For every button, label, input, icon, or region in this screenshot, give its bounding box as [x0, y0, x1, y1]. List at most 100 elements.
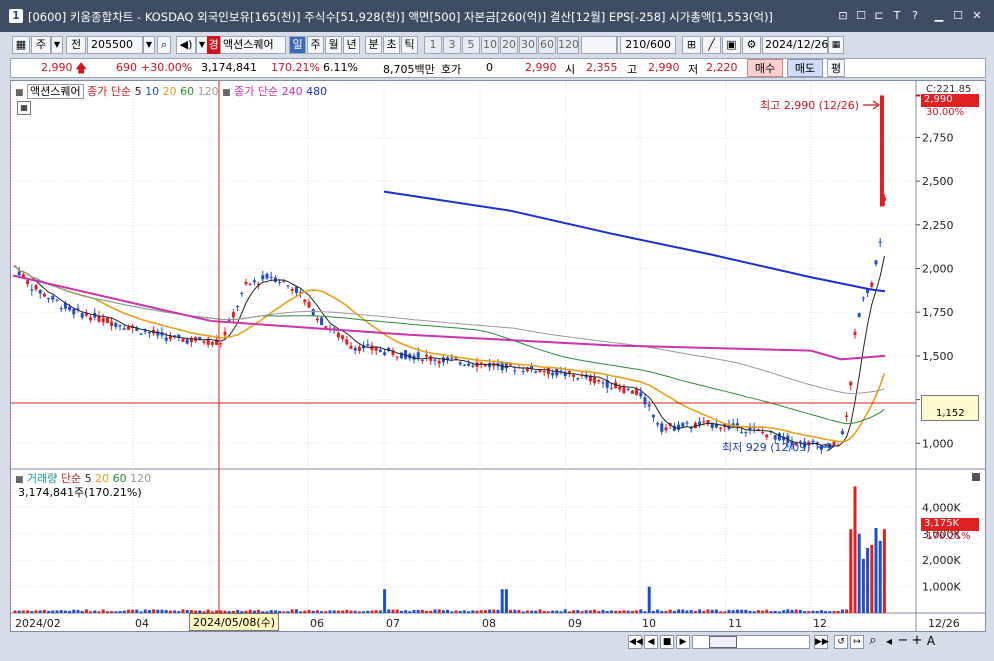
candle-body [878, 241, 882, 243]
volume-bar [643, 611, 647, 613]
interval-30[interactable]: 30 [519, 36, 537, 54]
candle-type-icon[interactable]: ⊞ [682, 36, 701, 54]
arrow-left-icon[interactable]: ◂ [882, 635, 896, 649]
rewind-icon[interactable]: ◀◀ [628, 635, 643, 649]
candle-body [156, 331, 160, 336]
change-value: 690 [116, 61, 137, 74]
sell-button[interactable]: 매도 [787, 59, 823, 77]
period-select[interactable]: 주 [31, 36, 51, 54]
scroll-track[interactable] [692, 635, 810, 649]
volume-bar [55, 610, 59, 613]
legend-stock-name[interactable]: 액션스퀘어 [27, 84, 84, 99]
volume-bar [660, 610, 664, 613]
zoom-fit-icon[interactable]: ↦ [850, 635, 864, 649]
chart-area[interactable]: 2024/02 04 06 07 08 09 10 11 12 12/26 2,750 2,500 2,… [10, 80, 986, 632]
calendar-icon[interactable]: ▦ [828, 36, 844, 54]
text-size-icon[interactable]: A [924, 635, 938, 649]
help-icon[interactable]: ? [908, 9, 922, 23]
interval-20[interactable]: 20 [500, 36, 518, 54]
volume-bar [93, 610, 97, 613]
custom-interval-input[interactable] [581, 36, 617, 54]
scroll-thumb[interactable] [709, 636, 737, 648]
volume-bar [349, 610, 353, 613]
draw-line-icon[interactable]: ╱ [702, 36, 721, 54]
interval-3[interactable]: 3 [443, 36, 461, 54]
volume-bar [76, 610, 80, 613]
current-price-tag: 2,990 [921, 94, 979, 107]
legend2-toggle-icon[interactable]: ■ [222, 88, 231, 98]
volume-bar [80, 610, 84, 613]
volume-bar [761, 610, 765, 613]
tab-day[interactable]: 일 [289, 36, 306, 54]
tab-second[interactable]: 초 [383, 36, 400, 54]
volume-bar [110, 611, 114, 613]
date-tick-label: 12 [813, 617, 827, 630]
interval-120[interactable]: 120 [557, 36, 579, 54]
data-count[interactable]: 210/600 [620, 36, 676, 54]
current-price: 2,990 [41, 61, 73, 74]
chart-menu-icon[interactable]: ▦ [12, 36, 30, 54]
flat-button[interactable]: 평 [827, 59, 845, 77]
candle-body [122, 328, 126, 330]
reset-icon[interactable]: ↺ [834, 635, 848, 649]
code-input[interactable]: 205500 [87, 36, 143, 54]
volume-bar [731, 610, 735, 613]
open-value: 2,355 [586, 61, 618, 74]
prev-icon[interactable]: ◀ [644, 635, 658, 649]
save-icon[interactable]: ▣ [722, 36, 741, 54]
candle-body [51, 295, 55, 300]
restore-layout-icon[interactable]: ⊡ [836, 9, 850, 23]
volume-bar [26, 610, 30, 613]
volume-bar [542, 610, 546, 613]
volume-bar [609, 610, 613, 613]
ma20-line [14, 265, 886, 443]
search-chart-icon[interactable]: ⌕ [866, 634, 880, 649]
volume-value-label: 3,174,841주(170.21%) [18, 486, 142, 499]
interval-60[interactable]: 60 [538, 36, 556, 54]
volume-bar [794, 609, 798, 613]
sound-icon[interactable]: ◀) [176, 36, 196, 54]
volume-bar [72, 609, 76, 613]
code-dropdown-icon[interactable]: ▼ [143, 36, 155, 54]
link-icon[interactable]: ⊏ [872, 9, 886, 23]
close-button[interactable]: ✕ [970, 9, 984, 23]
volume-tick-label: 2,000K [922, 554, 961, 567]
interval-5[interactable]: 5 [462, 36, 480, 54]
candle-body [324, 326, 328, 328]
tab-week[interactable]: 주 [307, 36, 324, 54]
candle-body [765, 434, 769, 438]
stop-icon[interactable]: ■ [660, 635, 674, 649]
buy-button[interactable]: 매수 [747, 59, 783, 77]
candle-body [626, 388, 630, 390]
volume-bar [593, 609, 597, 613]
period-dropdown-icon[interactable]: ▼ [51, 36, 63, 54]
volume-bar [681, 609, 685, 613]
search-icon[interactable]: ⌕ [157, 36, 171, 54]
volume-bar [857, 533, 861, 613]
interval-10[interactable]: 10 [481, 36, 499, 54]
candle-body [811, 440, 815, 443]
font-icon[interactable]: T [890, 9, 904, 23]
tab-tick[interactable]: 틱 [401, 36, 418, 54]
tab-minute[interactable]: 분 [365, 36, 382, 54]
prev-button[interactable]: 전 [66, 36, 86, 54]
copy-icon[interactable]: ☐ [854, 9, 868, 23]
tab-month[interactable]: 월 [325, 36, 342, 54]
zoom-out-icon[interactable]: − [896, 634, 910, 649]
last-price: 2,990 [525, 61, 557, 74]
interval-1[interactable]: 1 [424, 36, 442, 54]
minimize-button[interactable]: ▁ [932, 9, 946, 23]
tab-year[interactable]: 년 [343, 36, 360, 54]
settings-gear-icon[interactable]: ⚙ [742, 36, 761, 54]
volume-bar [719, 611, 723, 613]
date-input[interactable]: 2024/12/26 [762, 36, 828, 54]
next-icon[interactable]: ▶ [676, 635, 690, 649]
chart-canvas[interactable]: 2024/02 04 06 07 08 09 10 11 12 12/26 2,750 2,500 2,… [11, 81, 985, 631]
maximize-button[interactable]: ☐ [951, 9, 965, 23]
zoom-in-icon[interactable]: + [910, 634, 924, 649]
grid-toggle-icon[interactable]: ▦ [17, 101, 31, 115]
legend-toggle-icon[interactable]: ■ [15, 88, 24, 98]
candle-body [399, 352, 403, 359]
forward-icon[interactable]: ▶▶ [814, 635, 829, 649]
volume-bar [714, 609, 718, 613]
